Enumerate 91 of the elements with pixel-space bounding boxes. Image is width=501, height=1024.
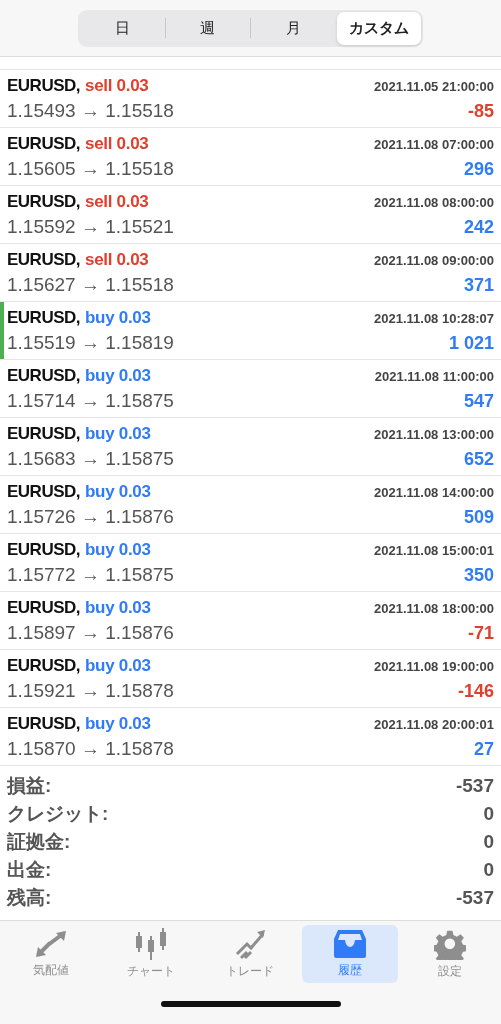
deal-symbol: EURUSD, [7,714,80,734]
deal-time: 2021.11.08 09:00:00 [374,253,494,268]
deal-prices: 1.15592 → 1.15521 [7,216,174,238]
deal-profit: 1 021 [448,333,494,354]
deal-type: buy 0.03 [85,482,151,502]
deal-symbol: EURUSD, [7,424,80,444]
summary-value: 0 [483,859,494,881]
deal-time: 2021.11.08 19:00:00 [374,659,494,674]
deal-row[interactable]: EURUSD, buy 0.03 2021.11.08 15:00:01 1.15772 → 1.15875 350 [0,534,501,592]
candlestick-icon [133,928,168,960]
summary-value: -537 [455,887,494,909]
deal-time: 2021.11.08 18:00:00 [374,601,494,616]
summary-label: 損益: [7,774,52,798]
deal-symbol: EURUSD, [7,366,80,386]
deal-row[interactable]: EURUSD, buy 0.03 2021.11.08 11:00:00 1.15714 → 1.15875 547 [0,360,501,418]
deal-profit: -71 [468,623,494,644]
deal-type: sell 0.03 [85,76,149,96]
deal-prices: 1.15493 → 1.15518 [7,100,174,122]
deal-row[interactable]: EURUSD, buy 0.03 2021.11.08 19:00:00 1.15921 → 1.15878 -146 [0,650,501,708]
deal-symbol: EURUSD, [7,598,80,618]
deal-profit: 652 [463,449,494,470]
deal-symbol: EURUSD, [7,250,80,270]
deal-symbol: EURUSD, [7,656,80,676]
trend-arrow-icon [233,928,268,960]
deal-time: 2021.11.08 07:00:00 [374,137,494,152]
deal-row[interactable]: EURUSD, buy 0.03 2021.11.08 13:00:00 1.15683 → 1.15875 652 [0,418,501,476]
deal-row[interactable]: EURUSD, buy 0.03 2021.11.08 18:00:00 1.15897 → 1.15876 -71 [0,592,501,650]
deal-profit: 27 [473,739,494,760]
deal-symbol: EURUSD, [7,76,80,96]
deal-prices: 1.15897 → 1.15876 [7,622,174,644]
deal-prices: 1.15605 → 1.15518 [7,158,174,180]
deal-time: 2021.11.08 11:00:00 [374,369,494,384]
deal-row[interactable]: EURUSD, buy 0.03 2021.11.08 20:00:01 1.15870 → 1.15878 27 [0,708,501,766]
deal-type: buy 0.03 [85,366,151,386]
deal-prices: 1.15726 → 1.15876 [7,506,174,528]
deal-row[interactable]: EURUSD, buy 0.03 2021.11.08 10:28:07 1.15519 → 1.15819 1 021 [0,302,501,360]
deal-type: buy 0.03 [85,656,151,676]
deal-time: 2021.11.05 21:00:00 [374,79,494,94]
deal-prices: 1.15519 → 1.15819 [7,332,174,354]
deal-prices: 1.15714 → 1.15875 [7,390,174,412]
deal-time: 2021.11.08 14:00:00 [374,485,494,500]
deal-profit: 296 [463,159,494,180]
deal-row[interactable]: EURUSD, sell 0.03 2021.11.08 08:00:00 1.15592 → 1.15521 242 [0,186,501,244]
summary-value: 0 [483,831,494,853]
deal-prices: 1.15683 → 1.15875 [7,448,174,470]
deal-row[interactable]: EURUSD, buy 0.03 2021.11.08 14:00:00 1.15726 → 1.15876 509 [0,476,501,534]
deal-type: sell 0.03 [85,134,149,154]
summary-label: 出金: [7,858,52,882]
period-tab[interactable]: カスタム [336,11,421,45]
deal-type: buy 0.03 [85,424,151,444]
period-tab[interactable]: 日 [80,11,165,45]
deal-row[interactable]: EURUSD, sell 0.03 2021.11.08 09:00:00 1.15627 → 1.15518 371 [0,244,501,302]
deal-prices: 1.15870 → 1.15878 [7,738,174,760]
deal-symbol: EURUSD, [7,540,80,560]
summary-label: クレジット: [7,802,109,826]
deal-symbol: EURUSD, [7,192,80,212]
deal-row[interactable]: EURUSD, sell 0.03 2021.11.05 21:00:00 1.15493 → 1.15518 -85 [0,70,501,128]
deal-profit: 371 [463,275,494,296]
period-tab[interactable]: 週 [165,11,250,45]
deal-type: buy 0.03 [85,714,151,734]
deal-symbol: EURUSD, [7,134,80,154]
deal-type: buy 0.03 [85,598,151,618]
diagonal-arrows-icon [33,929,68,959]
deal-time: 2021.11.08 10:28:07 [374,311,494,326]
deal-time: 2021.11.08 20:00:01 [374,717,494,732]
deal-type: buy 0.03 [85,540,151,560]
deal-prices: 1.15921 → 1.15878 [7,680,174,702]
settings-icon [434,928,467,960]
deal-prices: 1.15772 → 1.15875 [7,564,174,586]
deal-prices: 1.15627 → 1.15518 [7,274,174,296]
inbox-icon [333,929,368,959]
deal-profit: 509 [463,507,494,528]
deal-row[interactable]: EURUSD, sell 0.03 2021.11.08 07:00:00 1.15605 → 1.15518 296 [0,128,501,186]
period-tab[interactable]: 月 [251,11,336,45]
summary-value: 0 [483,803,494,825]
summary-label: 残高: [7,886,52,910]
deal-profit: -85 [468,101,494,122]
deal-profit: 350 [463,565,494,586]
deal-time: 2021.11.08 15:00:01 [374,543,494,558]
summary-value: -537 [455,775,494,797]
deal-time: 2021.11.08 13:00:00 [374,427,494,442]
deal-type: buy 0.03 [85,308,151,328]
summary-label: 証拠金: [7,830,71,854]
deal-time: 2021.11.08 08:00:00 [374,195,494,210]
deal-profit: -146 [457,681,494,702]
deal-profit: 242 [463,217,494,238]
deal-type: sell 0.03 [85,192,149,212]
deal-type: sell 0.03 [85,250,149,270]
deal-symbol: EURUSD, [7,308,80,328]
deal-profit: 547 [463,391,494,412]
deal-symbol: EURUSD, [7,482,80,502]
